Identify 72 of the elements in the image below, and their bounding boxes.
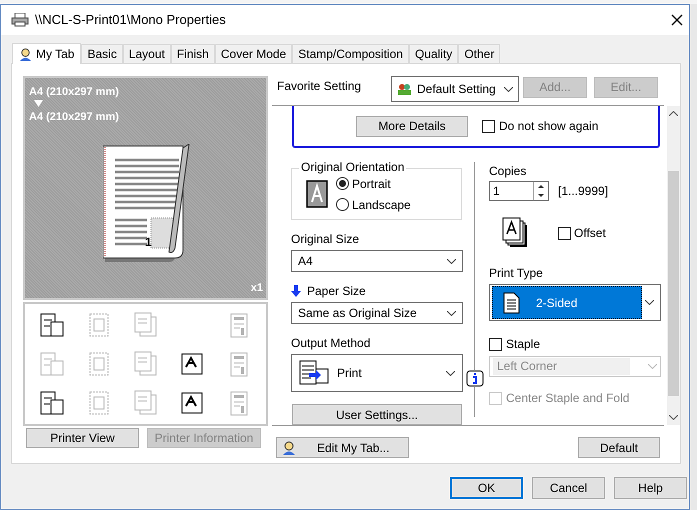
tab[interactable]: My Tab <box>12 43 82 64</box>
info-icon[interactable] <box>466 370 484 387</box>
chevron-down-icon <box>645 300 654 305</box>
down-arrow-icon <box>291 285 301 297</box>
paper-size-dropdown[interactable]: Same as Original Size <box>291 302 463 324</box>
radio-label: Landscape <box>352 196 411 214</box>
dialog-button[interactable]: OK <box>450 477 523 499</box>
radio-label: Portrait <box>352 176 391 192</box>
field-label: Copies <box>489 163 528 180</box>
chevron-down-icon <box>447 258 456 264</box>
more-details-button[interactable]: More Details <box>356 116 468 136</box>
down-triangle-icon <box>34 100 43 107</box>
field-label: Print Type <box>489 265 544 282</box>
tab[interactable]: Finish <box>170 44 215 63</box>
tab[interactable]: Stamp/Composition <box>292 44 409 63</box>
scroll-up-icon[interactable] <box>669 111 678 116</box>
printer-output-icon <box>299 360 329 386</box>
radio-button[interactable] <box>336 177 349 190</box>
checkbox-label: Staple <box>506 336 540 353</box>
chevron-down-icon <box>446 370 455 376</box>
checkbox-label: Do not show again <box>499 118 598 135</box>
tab[interactable]: Basic <box>81 44 123 63</box>
favorite-setting-dropdown[interactable]: Default Setting <box>391 76 519 102</box>
print-type-dropdown[interactable]: 2-Sided <box>489 284 661 321</box>
chevron-down-icon <box>648 364 657 369</box>
dialog-button[interactable]: Cancel <box>532 477 605 499</box>
original-size-dropdown[interactable]: A4 <box>291 250 463 272</box>
copies-range: [1...9999] <box>558 183 608 200</box>
tab[interactable]: Other <box>458 44 500 63</box>
checkbox-label: Offset <box>574 225 606 242</box>
tab[interactable]: Layout <box>122 44 171 63</box>
printer-button[interactable]: Printer View <box>26 428 139 448</box>
checkbox[interactable] <box>558 226 571 240</box>
copies-count: x1 <box>250 280 263 296</box>
close-icon[interactable] <box>671 14 683 26</box>
group-label: Original Orientation <box>299 161 406 173</box>
function-icon[interactable] <box>179 350 206 377</box>
checkbox[interactable] <box>489 338 502 350</box>
copies-spinbox[interactable]: 1 <box>489 181 549 201</box>
edit-my-tab-button[interactable]: Edit My Tab... <box>276 437 409 458</box>
checkbox[interactable] <box>482 120 495 132</box>
stacked-pages-icon <box>502 217 529 249</box>
dialog-button[interactable]: Help <box>614 477 687 499</box>
paper-size-text: A4 (210x297 mm) <box>29 110 119 125</box>
original-size-text: A4 (210x297 mm) <box>29 85 119 100</box>
field-label: Original Size <box>291 231 360 248</box>
person-icon <box>19 48 32 60</box>
default-button[interactable]: Default <box>578 437 660 458</box>
favorite-setting-icon <box>397 82 412 96</box>
person-icon <box>282 440 296 454</box>
field-label: Favorite Setting <box>277 78 362 95</box>
chevron-down-icon <box>504 86 513 92</box>
function-icon[interactable] <box>179 390 206 416</box>
user-settings-button[interactable]: User Settings... <box>292 404 462 425</box>
output-method-dropdown[interactable]: Print <box>291 354 463 392</box>
field-label: Output Method <box>291 335 372 352</box>
radio-button[interactable] <box>336 198 349 211</box>
field-label: Paper Size <box>307 283 366 300</box>
selected-option-highlight: 2-Sided <box>492 286 642 319</box>
page-number: 1 <box>145 236 152 248</box>
tab[interactable]: Cover Mode <box>214 44 292 63</box>
document-icon <box>503 292 520 314</box>
portrait-page-icon <box>306 180 328 208</box>
function-icon[interactable] <box>39 390 66 416</box>
scroll-down-icon[interactable] <box>669 415 678 420</box>
window-title: \\NCL-S-Print01\Mono Properties <box>35 11 226 30</box>
chevron-down-icon <box>447 310 456 316</box>
scrollbar[interactable] <box>667 106 680 425</box>
printer-icon <box>11 13 29 27</box>
tab[interactable]: Quality <box>408 44 458 63</box>
function-icon[interactable] <box>39 312 66 338</box>
checkbox-label: Center Staple and Fold <box>506 390 630 407</box>
